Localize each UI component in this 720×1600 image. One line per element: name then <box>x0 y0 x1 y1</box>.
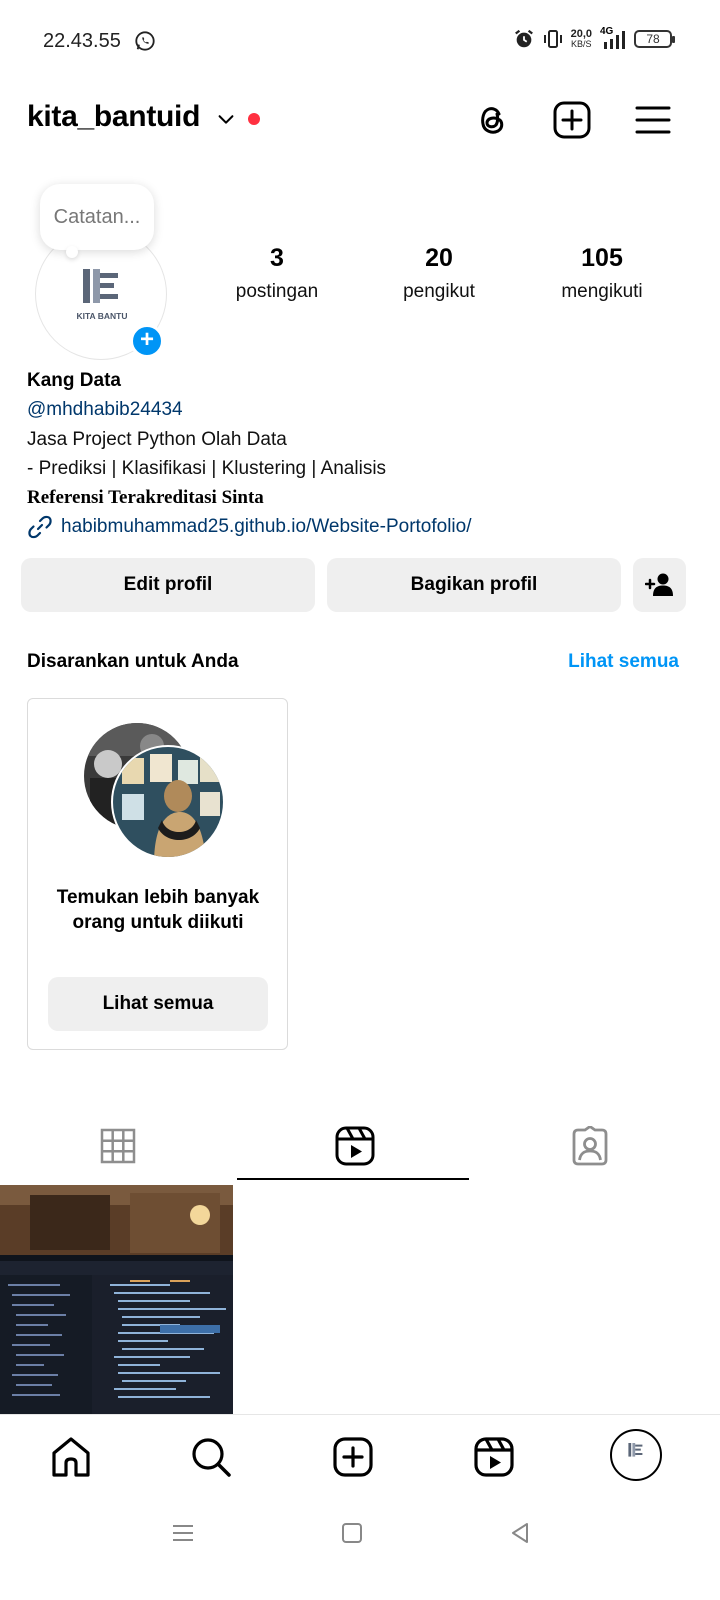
threads-icon[interactable] <box>472 100 512 140</box>
stat-label: mengikuti <box>561 281 643 302</box>
battery-icon: 78 <box>634 30 675 48</box>
threads-handle-link[interactable]: @mhdhabib24434 <box>27 396 707 425</box>
alarm-icon <box>514 29 533 48</box>
see-all-button[interactable]: Lihat semua <box>48 977 268 1031</box>
bio-line-1: Jasa Project Python Olah Data <box>27 429 287 450</box>
network-speed: 20,0 KB/S <box>571 29 592 50</box>
stat-following[interactable]: 105 mengikuti <box>522 244 682 303</box>
bio-line-2: - Prediksi | Klasifikasi | Klustering | … <box>27 458 387 479</box>
bio-link-text[interactable]: habibmuhammad25.github.io/Website-Portof… <box>61 512 472 542</box>
search-icon[interactable] <box>189 1435 233 1479</box>
home-button-icon[interactable] <box>337 1518 367 1548</box>
suggestions-title: Disarankan untuk Anda <box>27 651 239 672</box>
discover-people-card: Temukan lebih banyak orang untuk diikuti… <box>27 698 288 1050</box>
bottom-navigation <box>0 1414 720 1498</box>
home-icon[interactable] <box>49 1435 93 1479</box>
tab-tagged[interactable] <box>472 1110 708 1182</box>
stat-value: 20 <box>425 244 453 272</box>
content-tabs <box>0 1110 720 1182</box>
active-tab-indicator <box>237 1178 469 1180</box>
display-name: Kang Data <box>27 370 121 391</box>
menu-icon[interactable] <box>633 100 673 140</box>
signal-icon: 4G <box>600 26 626 50</box>
see-all-suggestions-link[interactable]: Lihat semua <box>568 651 679 673</box>
profile-header: kita_bantuid <box>0 96 720 146</box>
profile-avatar-nav[interactable] <box>610 1429 662 1481</box>
kita-bantu-logo <box>628 1443 643 1457</box>
chevron-down-icon[interactable] <box>215 108 237 130</box>
whatsapp-icon <box>135 31 155 51</box>
note-bubble[interactable]: Catatan... <box>40 184 154 250</box>
vibrate-icon <box>543 30 562 48</box>
discover-people-text: Temukan lebih banyak orang untuk diikuti <box>56 887 260 933</box>
create-icon[interactable] <box>331 1435 375 1479</box>
battery-level: 78 <box>646 32 660 46</box>
profile-bio: Kang Data @mhdhabib24434 Jasa Project Py… <box>27 368 707 542</box>
bio-website-link[interactable]: habibmuhammad25.github.io/Website-Portof… <box>27 512 707 542</box>
share-profile-button[interactable]: Bagikan profil <box>327 558 621 612</box>
stat-followers[interactable]: 20 pengikut <box>359 244 519 303</box>
status-bar: 22.43.55 20,0 KB/S 4G 78 <box>0 0 720 84</box>
status-icons: 20,0 KB/S 4G 78 <box>513 26 675 50</box>
suggested-avatars <box>84 723 225 859</box>
system-navigation-bar <box>0 1498 720 1600</box>
tagged-icon <box>572 1126 608 1166</box>
tab-posts-grid[interactable] <box>0 1110 236 1182</box>
reel-thumbnail[interactable] <box>0 1185 233 1415</box>
stat-label: pengikut <box>403 281 475 302</box>
link-icon <box>28 515 52 539</box>
stat-label: postingan <box>235 281 319 302</box>
create-icon[interactable] <box>552 100 592 140</box>
recent-apps-icon[interactable] <box>168 1518 198 1548</box>
grid-icon <box>100 1128 136 1164</box>
tab-reels[interactable] <box>237 1110 473 1182</box>
bio-line-3: Referensi Terakreditasi Sinta <box>27 487 264 508</box>
stat-value: 105 <box>581 244 623 272</box>
reel-thumbnail-image <box>0 1185 233 1415</box>
reels-icon <box>335 1126 375 1166</box>
back-icon[interactable] <box>505 1518 535 1548</box>
add-person-icon <box>644 573 673 596</box>
username[interactable]: kita_bantuid <box>27 100 200 134</box>
speed-unit: KB/S <box>571 39 592 49</box>
profile-stats: 3 postingan 20 pengikut 105 mengikuti <box>0 244 720 314</box>
discover-people-button[interactable] <box>633 558 686 612</box>
stat-value: 3 <box>270 244 284 272</box>
stat-posts[interactable]: 3 postingan <box>197 244 357 303</box>
edit-profile-button[interactable]: Edit profil <box>21 558 315 612</box>
add-story-button[interactable]: + <box>130 324 164 358</box>
status-time: 22.43.55 <box>43 30 121 52</box>
notification-dot <box>248 113 260 125</box>
reels-icon[interactable] <box>472 1435 516 1479</box>
